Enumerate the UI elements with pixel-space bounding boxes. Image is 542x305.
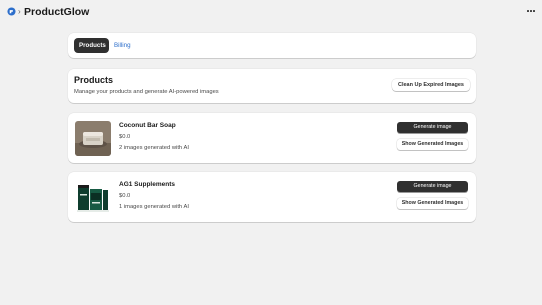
more-horizontal-icon[interactable] [526,5,536,17]
page-title: Products [74,75,114,85]
app-logo-icon[interactable] [7,7,16,16]
product-thumbnail [75,121,111,156]
app-header: › ProductGlow [0,0,542,24]
clean-up-expired-images-button[interactable]: Clean Up Expired Images [391,79,470,91]
nav-card: Products Billing [68,33,476,58]
product-price: $0.0 [119,134,131,140]
products-header-card: Products Manage your products and genera… [68,69,476,103]
show-generated-images-button[interactable]: Show Generated Images [397,139,468,150]
generate-image-button[interactable]: Generate image [397,181,468,192]
generated-count: 2 images generated with AI [119,145,189,151]
chevron-right-icon: › [18,7,21,16]
product-card: Coconut Bar Soap $0.0 2 images generated… [68,113,476,163]
product-name: AG1 Supplements [119,181,175,188]
soap-image-icon [75,121,111,156]
page-subtitle: Manage your products and generate AI-pow… [74,89,219,95]
supplements-image-icon [75,180,111,215]
product-name: Coconut Bar Soap [119,122,176,129]
app-title: ProductGlow [24,6,90,18]
product-card: AG1 Supplements $0.0 1 images generated … [68,172,476,222]
show-generated-images-button[interactable]: Show Generated Images [397,198,468,209]
product-price: $0.0 [119,193,131,199]
tab-billing[interactable]: Billing [109,38,136,53]
generate-image-button[interactable]: Generate image [397,122,468,133]
generated-count: 1 images generated with AI [119,204,189,210]
product-thumbnail [75,180,111,215]
tab-products[interactable]: Products [74,38,109,53]
